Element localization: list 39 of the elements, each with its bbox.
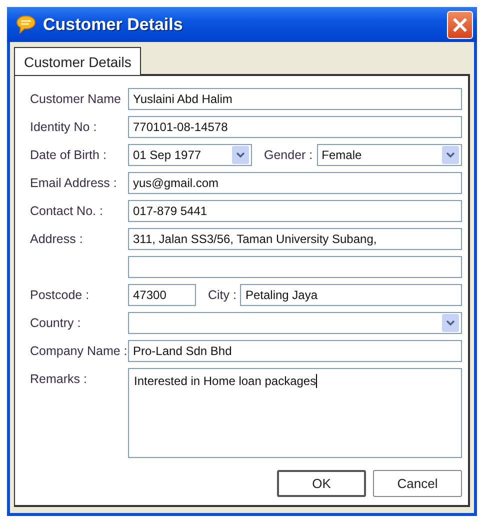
input-field[interactable] (128, 256, 462, 278)
input-field[interactable]: Yuslaini Abd Halim (128, 88, 462, 110)
input-field[interactable]: Petaling Jaya (240, 284, 462, 306)
chevron-down-icon (236, 152, 245, 158)
field-label: Remarks : (30, 371, 88, 388)
chevron-down-icon (446, 320, 455, 326)
field-label: Company Name : (30, 343, 128, 360)
dropdown-field[interactable]: 01 Sep 1977 (128, 144, 252, 166)
field-label: Contact No. : (30, 203, 104, 220)
field-label: Identity No : (30, 119, 98, 136)
input-field[interactable]: 47300 (128, 284, 196, 306)
window-title: Customer Details (43, 14, 184, 34)
remarks-field[interactable]: Interested in Home loan packages (128, 368, 462, 458)
field-label: Country : (30, 315, 82, 332)
tab[interactable]: Customer Details (14, 47, 142, 75)
close-button[interactable] (447, 10, 473, 38)
field-label: Customer Name (30, 91, 122, 108)
dropdown-field[interactable] (128, 312, 462, 334)
speech-bubble-icon (15, 14, 37, 36)
close-icon (452, 16, 468, 32)
field-label: Address : (30, 231, 84, 248)
dropdown-field[interactable]: Female (316, 144, 462, 166)
field-label: Email Address : (30, 175, 118, 192)
cancel-button[interactable]: Cancel (373, 470, 462, 497)
chevron-down-icon (446, 152, 455, 158)
input-field[interactable]: 770101-08-14578 (128, 116, 462, 138)
field-label: City : (207, 287, 238, 304)
input-field[interactable]: 311, Jalan SS3/56, Taman University Subang, (128, 228, 462, 250)
dropdown-button[interactable] (232, 146, 249, 164)
field-label: Postcode : (30, 287, 90, 304)
input-field[interactable]: Pro-Land Sdn Bhd (128, 340, 462, 362)
field-label: Gender : (263, 147, 314, 164)
remarks-text: Interested in Home loan packages (134, 374, 316, 388)
ok-button[interactable]: OK (277, 470, 366, 497)
dropdown-button[interactable] (442, 314, 459, 332)
field-label: Date of Birth : (30, 147, 108, 164)
dropdown-button[interactable] (442, 146, 459, 164)
input-field[interactable]: 017-879 5441 (128, 200, 462, 222)
input-field[interactable]: yus@gmail.com (128, 172, 462, 194)
